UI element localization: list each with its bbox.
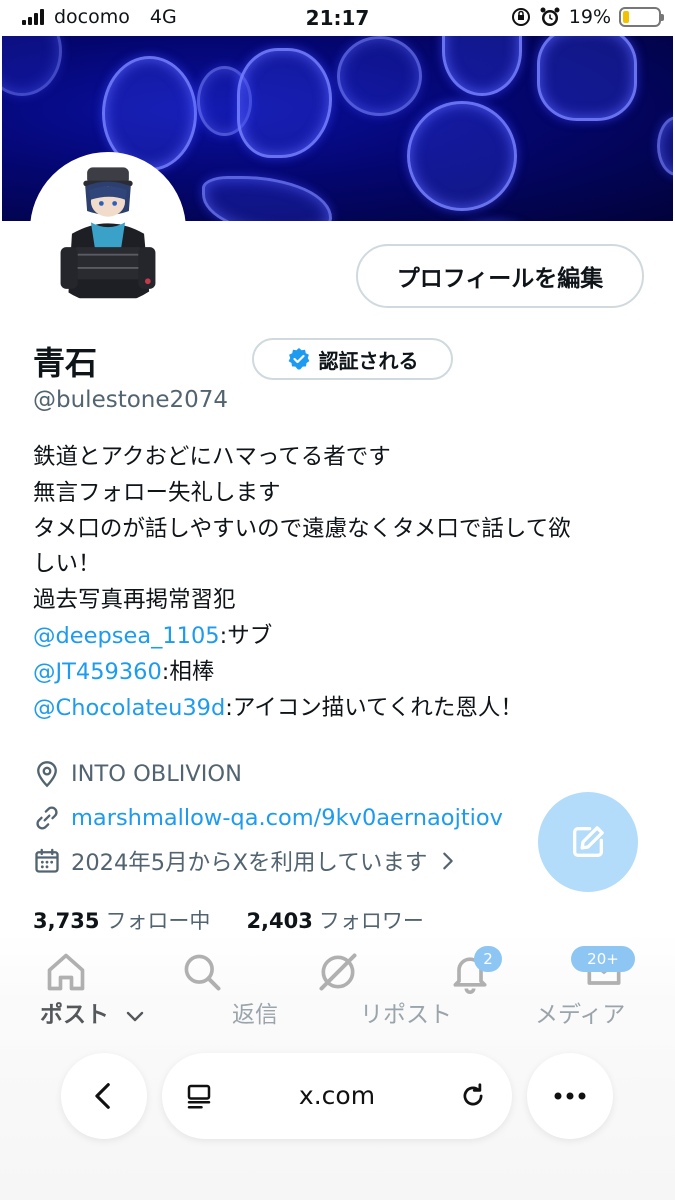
follow-stats: 3,735 フォロー中 2,403 フォロワー (33, 905, 424, 935)
followers-count: 2,403 (246, 909, 313, 933)
verified-badge-icon (288, 348, 309, 370)
bio-line: 過去写真再掲常習犯 (33, 583, 571, 619)
back-arrow-icon (95, 1083, 110, 1109)
profile-location: INTO OBLIVION (33, 760, 242, 788)
messages-badge: 20+ (571, 946, 635, 972)
bio-line: タメ口のが話しやすいので遠慮なくタメ口で話して欲 (33, 512, 571, 548)
tab-reposts[interactable]: リポスト (360, 995, 452, 1029)
bio-line: 鉄道とアクおどにハマってる者です (33, 440, 571, 476)
browser-more-button[interactable] (527, 1053, 613, 1139)
profile-joined[interactable]: 2024年5月からXを利用しています (33, 845, 459, 877)
following-link[interactable]: 3,735 フォロー中 (33, 905, 210, 935)
get-verified-label: 認証される (318, 348, 419, 373)
location-pin-icon (37, 761, 57, 788)
following-count: 3,735 (33, 909, 100, 933)
tab-replies[interactable]: 返信 (232, 995, 278, 1029)
joined-text: 2024年5月からXを利用しています (71, 850, 428, 876)
get-verified-button[interactable]: 認証される (252, 338, 453, 380)
status-bar: docomo 4G 21:17 19% (0, 0, 675, 36)
bio-line: @Chocolateu39d:アイコン描いてくれた恩人！ (33, 691, 571, 727)
reload-icon[interactable] (458, 1081, 488, 1111)
bio-text: :サブ (219, 622, 273, 649)
grok-icon[interactable] (316, 950, 360, 994)
tab-posts[interactable]: ポスト (40, 995, 147, 1029)
followers-link[interactable]: 2,403 フォロワー (246, 905, 423, 935)
avatar[interactable] (30, 152, 186, 308)
location-text: INTO OBLIVION (71, 761, 242, 787)
compose-post-button[interactable] (538, 792, 638, 892)
compose-icon (573, 826, 604, 857)
bio-text: しい！ (33, 551, 101, 578)
bio-text: タメ口のが話しやすいので遠慮なくタメ口で話して欲 (33, 515, 571, 542)
search-icon[interactable] (180, 950, 224, 994)
chevron-down-icon (126, 1011, 144, 1021)
edit-profile-button[interactable]: プロフィールを編集 (356, 244, 644, 308)
followers-label: フォロワー (318, 909, 424, 933)
profile-tabs: ポスト 返信 リポスト メディア (0, 995, 675, 1035)
bio-text: :アイコン描いてくれた恩人！ (225, 694, 523, 721)
tab-posts-label: ポスト (40, 1002, 109, 1028)
battery-percent: 19% (568, 6, 611, 28)
more-dots-icon (554, 1092, 586, 1100)
address-bar[interactable]: x.com (162, 1053, 512, 1139)
battery-icon (619, 7, 664, 27)
profile-bio: 鉄道とアクおどにハマってる者です 無言フォロー失礼しますタメ口のが話しやすいので遠… (33, 440, 571, 726)
calendar-icon (35, 848, 59, 873)
bio-line: @JT459360:相棒 (33, 655, 571, 691)
alarm-icon (540, 7, 560, 26)
bio-text: 過去写真再掲常習犯 (33, 587, 236, 614)
website-link[interactable]: marshmallow-qa.com/9kv0aernaojtiov (71, 805, 503, 831)
mention-link[interactable]: @Chocolateu39d (33, 695, 225, 721)
profile-name: 青石 (33, 344, 98, 382)
profile-handle: @bulestone2074 (33, 387, 229, 413)
bio-text: :相棒 (161, 658, 215, 685)
profile-website[interactable]: marshmallow-qa.com/9kv0aernaojtiov (33, 804, 503, 832)
bio-text: 鉄道とアクおどにハマってる者です (33, 444, 391, 470)
tab-media[interactable]: メディア (535, 995, 625, 1029)
mention-link[interactable]: @deepsea_1105 (33, 623, 220, 649)
following-label: フォロー中 (105, 909, 211, 933)
mention-link[interactable]: @JT459360 (33, 659, 162, 685)
notifications-badge: 2 (474, 946, 502, 972)
bio-line: @deepsea_1105:サブ (33, 619, 571, 655)
bio-line: しい！ (33, 547, 571, 583)
orientation-lock-icon (511, 8, 530, 26)
bio-line: 無言フォロー失礼します (33, 476, 571, 512)
browser-back-button[interactable] (61, 1053, 147, 1139)
bio-text: 無言フォロー失礼します (33, 479, 281, 506)
home-icon[interactable] (44, 950, 88, 994)
chevron-right-icon (443, 852, 454, 870)
link-icon (36, 806, 58, 830)
